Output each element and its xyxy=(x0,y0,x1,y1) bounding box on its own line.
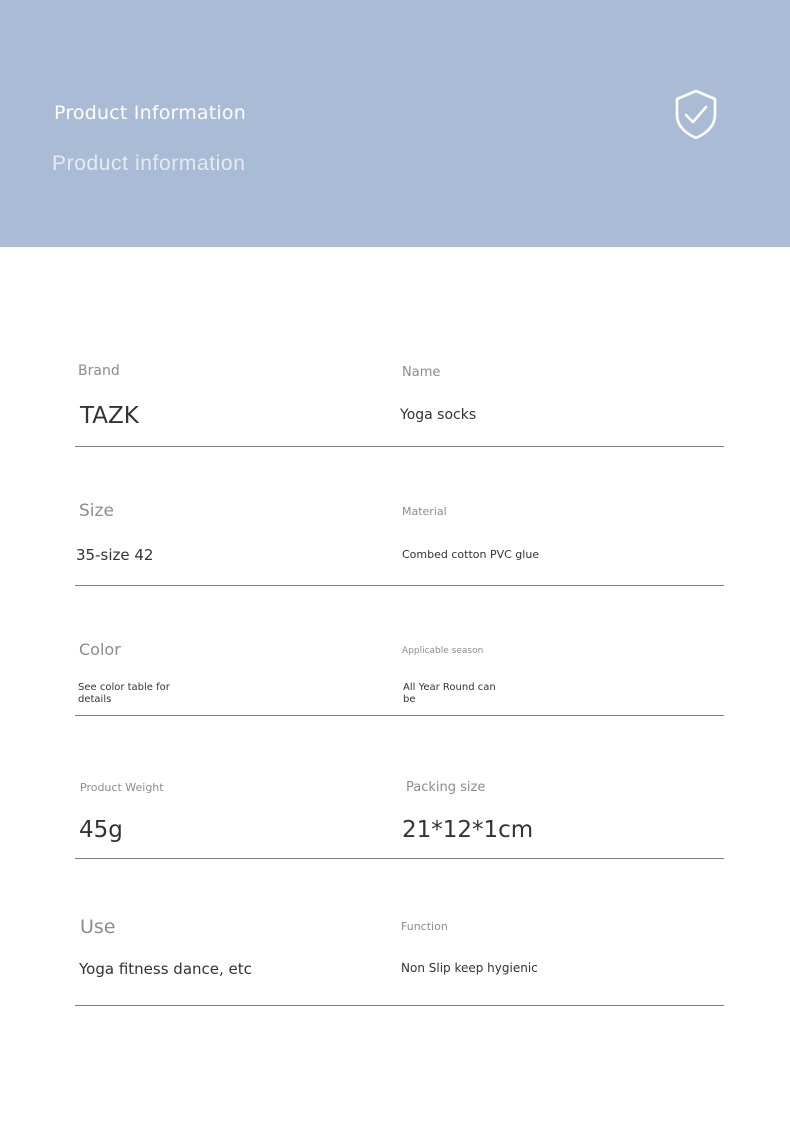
header-banner: Product Information Product information xyxy=(0,0,790,247)
name-label: Name xyxy=(402,365,441,380)
size-value: 35-size 42 xyxy=(76,546,154,564)
header-title: Product Information xyxy=(54,102,246,124)
season-value: All Year Round can be xyxy=(403,682,496,705)
function-value: Non Slip keep hygienic xyxy=(401,961,538,975)
function-label: Function xyxy=(401,920,448,933)
row-divider xyxy=(75,715,724,716)
header-subtitle: Product information xyxy=(52,152,246,175)
row-divider xyxy=(75,1005,724,1006)
material-value: Combed cotton PVC glue xyxy=(402,548,540,561)
row-divider xyxy=(75,446,724,447)
row-divider xyxy=(75,585,724,586)
packing-value: 21*12*1cm xyxy=(402,817,534,843)
size-label: Size xyxy=(79,501,114,521)
row-divider xyxy=(75,858,724,859)
material-label: Material xyxy=(402,505,447,518)
brand-value: TAZK xyxy=(80,403,139,429)
packing-label: Packing size xyxy=(406,780,486,795)
color-value: See color table for details xyxy=(78,682,170,705)
name-value: Yoga socks xyxy=(400,407,477,423)
shield-check-icon xyxy=(675,89,717,140)
use-label: Use xyxy=(80,916,116,938)
weight-label: Product Weight xyxy=(80,781,164,794)
brand-label: Brand xyxy=(78,363,120,379)
color-label: Color xyxy=(79,640,121,659)
season-label: Applicable season xyxy=(402,646,484,656)
use-value: Yoga fitness dance, etc xyxy=(79,960,252,978)
weight-value: 45g xyxy=(79,817,123,843)
